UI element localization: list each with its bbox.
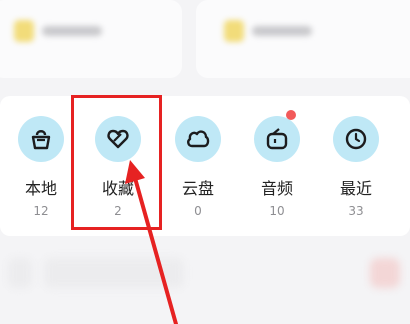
annotation-arrow bbox=[125, 160, 178, 324]
